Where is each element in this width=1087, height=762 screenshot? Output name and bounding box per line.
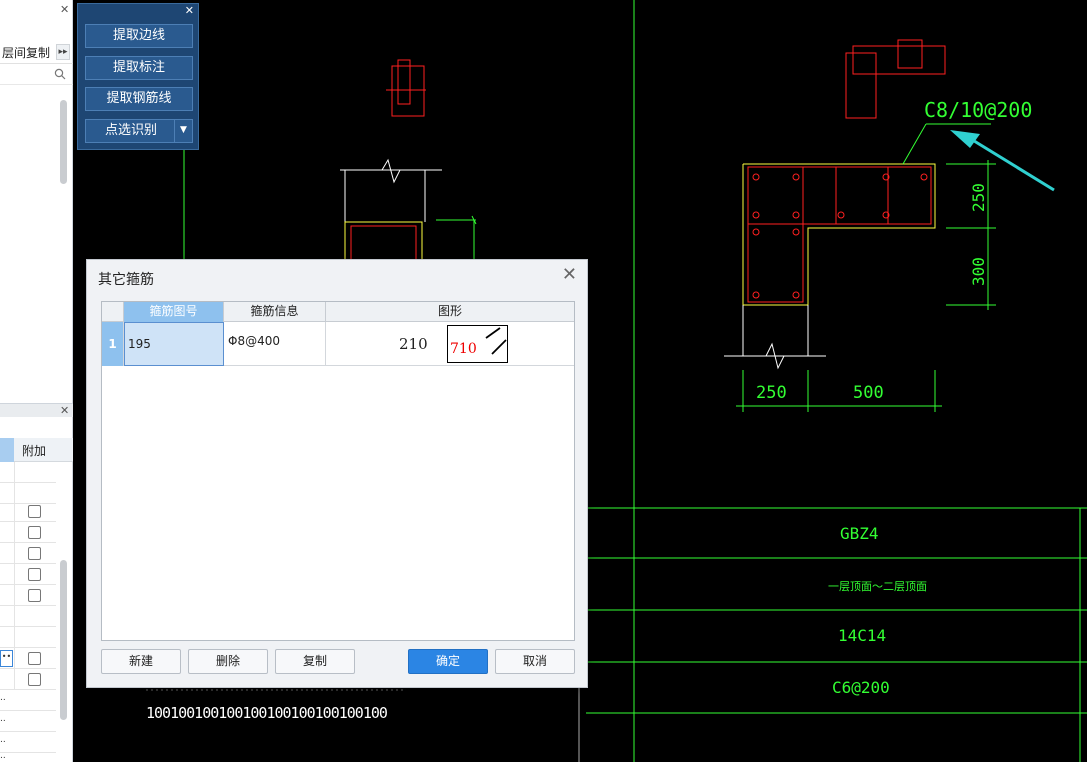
- ok-button[interactable]: 确定: [408, 649, 488, 674]
- dimension-250-horizontal: 250: [756, 383, 787, 403]
- table-floor-range: 一层顶面～二层顶面: [828, 580, 927, 593]
- header-index-cell: [0, 438, 14, 462]
- copy-button[interactable]: 复制: [275, 649, 355, 674]
- other-stirrup-dialog: 其它箍筋 ✕ 箍筋图号 箍筋信息 图形 1 195 Φ8@400 210 710…: [86, 259, 588, 688]
- table-component-name: GBZ4: [840, 524, 879, 543]
- column-header-info[interactable]: 箍筋信息: [224, 302, 326, 322]
- scrollbar-thumb[interactable]: [60, 100, 67, 184]
- table-row: [0, 543, 56, 564]
- attach-checkbox[interactable]: [28, 589, 41, 602]
- stirrup-info-value: Φ8@400: [228, 334, 280, 348]
- search-icon[interactable]: [54, 68, 66, 80]
- header-index-cell: [102, 302, 124, 322]
- cancel-button[interactable]: 取消: [495, 649, 575, 674]
- table-row: [0, 462, 56, 483]
- panel-close-icon[interactable]: ✕: [60, 3, 69, 16]
- shape-dimension-1: 210: [399, 335, 428, 353]
- properties-panel: ✕ 层间复制 ▸▸ ✕ 附加 .. .. .. .. ••: [0, 0, 73, 762]
- table-longitudinal-rebar: 14C14: [838, 626, 887, 645]
- attach-checkbox[interactable]: [28, 673, 41, 686]
- scrollbar-thumb[interactable]: [60, 560, 67, 720]
- dimension-300-vertical: 300: [968, 257, 988, 286]
- shape-cell[interactable]: 210 710: [326, 322, 574, 366]
- row-index[interactable]: 1: [102, 322, 124, 366]
- ellipsis-button[interactable]: ••: [0, 650, 13, 667]
- search-row[interactable]: [0, 65, 73, 85]
- sub-panel-titlebar: ✕: [0, 403, 73, 417]
- more-arrows-icon[interactable]: ▸▸: [56, 44, 70, 60]
- delete-button[interactable]: 删除: [188, 649, 268, 674]
- dimension-row: 100100100100100100100100100100: [146, 704, 388, 722]
- attach-checkbox[interactable]: [28, 505, 41, 518]
- floor-copy-button[interactable]: 层间复制: [2, 44, 50, 61]
- table-row: ..: [0, 690, 56, 711]
- column-header-attach: 附加: [22, 444, 47, 458]
- row-value: ..: [0, 693, 6, 703]
- extraction-tool-panel: ✕ 提取边线 提取标注 提取钢筋线 点选识别 ▼: [77, 3, 199, 150]
- extract-rebar-line-button[interactable]: 提取钢筋线: [85, 87, 193, 111]
- floor-copy-row: 层间复制 ▸▸: [0, 40, 73, 64]
- table-row: ..: [0, 711, 56, 732]
- dialog-title: 其它箍筋: [98, 272, 154, 288]
- table-row: [0, 669, 56, 690]
- attach-checkbox[interactable]: [28, 526, 41, 539]
- table-row: [0, 564, 56, 585]
- stirrup-spec-label: C8/10@200: [924, 98, 1033, 122]
- table-stirrup-spec: C6@200: [832, 678, 890, 697]
- dialog-close-icon[interactable]: ✕: [562, 266, 577, 284]
- extract-edge-button[interactable]: 提取边线: [85, 24, 193, 48]
- extract-annotation-button[interactable]: 提取标注: [85, 56, 193, 80]
- table-row: [0, 606, 56, 627]
- table-row: [0, 585, 56, 606]
- grid-header: 箍筋图号 箍筋信息 图形: [102, 302, 574, 322]
- shape-preview: 710: [447, 325, 508, 363]
- stirrup-grid: 箍筋图号 箍筋信息 图形 1 195 Φ8@400 210 710: [101, 301, 575, 641]
- dimension-500-horizontal: 500: [853, 383, 884, 403]
- shape-no-cell[interactable]: 195: [124, 322, 224, 366]
- tool-panel-close-icon[interactable]: ✕: [185, 4, 194, 17]
- dimension-250-vertical: 250: [968, 183, 988, 212]
- shape-dimension-2: 710: [450, 341, 477, 357]
- row-value: ..: [0, 751, 6, 761]
- shape-no-value: 195: [128, 337, 151, 351]
- row-value: ..: [0, 735, 6, 745]
- table-row: [0, 501, 56, 522]
- dropdown-arrow-icon[interactable]: ▼: [174, 120, 192, 142]
- column-header-shape-no[interactable]: 箍筋图号: [124, 302, 224, 322]
- table-row: [0, 522, 56, 543]
- point-identify-button[interactable]: 点选识别 ▼: [85, 119, 193, 143]
- table-row: [0, 627, 56, 648]
- stirrup-info-cell[interactable]: Φ8@400: [224, 322, 326, 366]
- sub-panel-close-icon[interactable]: ✕: [60, 404, 69, 417]
- row-value: ..: [0, 714, 6, 724]
- attach-checkbox[interactable]: [28, 547, 41, 560]
- attach-checkbox[interactable]: [28, 568, 41, 581]
- new-button[interactable]: 新建: [101, 649, 181, 674]
- table-row: ..: [0, 748, 56, 762]
- table-row[interactable]: 1 195 Φ8@400 210 710: [102, 322, 574, 366]
- attach-checkbox[interactable]: [28, 652, 41, 665]
- property-grid-header: 附加: [0, 438, 73, 462]
- point-identify-label: 点选识别: [104, 123, 157, 138]
- column-header-shape[interactable]: 图形: [326, 302, 574, 322]
